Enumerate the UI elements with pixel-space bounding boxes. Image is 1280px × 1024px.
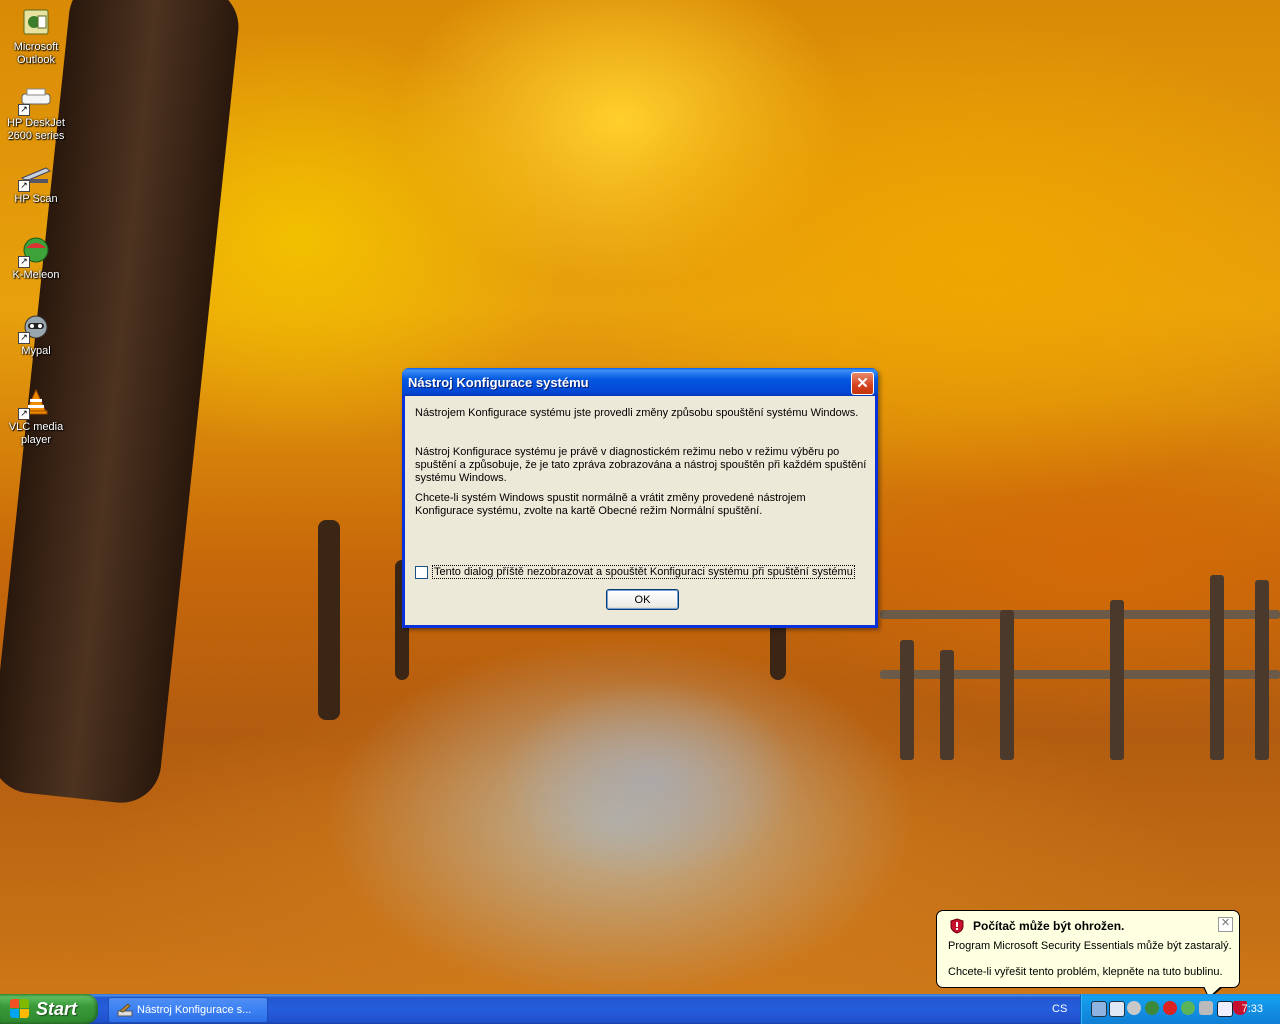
vlc-icon: ↗ bbox=[18, 386, 52, 420]
speaker-icon[interactable] bbox=[1127, 1001, 1141, 1015]
error-icon[interactable] bbox=[1163, 1001, 1177, 1015]
mypal-icon: ↗ bbox=[18, 310, 52, 344]
ok-button[interactable]: OK bbox=[606, 589, 679, 610]
printer-icon: ↗ bbox=[18, 82, 52, 116]
leafy-path bbox=[500, 680, 800, 880]
close-icon: ✕ bbox=[856, 375, 869, 392]
language-indicator[interactable]: CS bbox=[1052, 1003, 1067, 1015]
scanner-icon: ↗ bbox=[18, 158, 52, 192]
dont-show-checkbox-label[interactable]: Tento dialog příště nezobrazovat a spouš… bbox=[432, 565, 855, 579]
tree-trunk bbox=[318, 520, 340, 720]
desktop-icon-label: Mypal bbox=[21, 345, 51, 357]
dont-show-checkbox[interactable] bbox=[415, 565, 428, 579]
dialog-title: Nástroj Konfigurace systému bbox=[408, 375, 589, 390]
desktop-icon-label: Microsoft Outlook bbox=[13, 41, 59, 66]
taskbar-item-system-config[interactable]: Nástroj Konfigurace s... bbox=[108, 997, 268, 1023]
balloon-close-button[interactable]: ✕ bbox=[1218, 917, 1233, 932]
windows-logo-icon bbox=[10, 999, 30, 1019]
system-tray: 7:33 bbox=[1080, 994, 1280, 1024]
dont-show-checkbox-row[interactable]: Tento dialog příště nezobrazovat a spouš… bbox=[415, 565, 855, 579]
desktop-icon-mypal[interactable]: ↗ Mypal bbox=[0, 310, 72, 358]
shield-warning-icon bbox=[950, 918, 964, 934]
desktop-icon-hp-deskjet[interactable]: ↗ HP DeskJet 2600 series bbox=[0, 82, 72, 143]
monitor-icon[interactable] bbox=[1217, 1001, 1233, 1017]
desktop-icon-outlook[interactable]: Microsoft Outlook bbox=[0, 6, 72, 67]
outlook-icon bbox=[20, 6, 52, 38]
desktop-icon-label: HP DeskJet 2600 series bbox=[7, 117, 65, 142]
sync-icon[interactable] bbox=[1181, 1001, 1195, 1015]
system-config-dialog: Nástroj Konfigurace systému ✕ Nástrojem … bbox=[402, 368, 878, 628]
dialog-body: Nástrojem Konfigurace systému jste prove… bbox=[405, 396, 875, 625]
dialog-message-3: Chcete-li systém Windows spustit normáln… bbox=[415, 492, 806, 517]
k-meleon-icon: ↗ bbox=[18, 234, 52, 268]
desktop-icon-label: HP Scan bbox=[14, 193, 58, 205]
start-label: Start bbox=[36, 998, 78, 1019]
taskbar-item-label: Nástroj Konfigurace s... bbox=[137, 1004, 252, 1016]
clock[interactable]: 7:33 bbox=[1242, 1003, 1263, 1015]
balloon-action-text: Chcete-li vyřešit tento problém, klepnět… bbox=[948, 966, 1223, 978]
update-icon[interactable] bbox=[1145, 1001, 1159, 1015]
display-icon[interactable] bbox=[1109, 1001, 1125, 1017]
close-icon: ✕ bbox=[1220, 917, 1231, 929]
desktop-icon-label: K-Meleon bbox=[12, 269, 60, 281]
taskbar: Start Nástroj Konfigurace s... CS 7:33 bbox=[0, 994, 1280, 1024]
msconfig-icon bbox=[117, 1003, 133, 1017]
dialog-title-bar[interactable]: Nástroj Konfigurace systému ✕ bbox=[402, 368, 878, 396]
wooden-fence bbox=[880, 570, 1280, 760]
start-button[interactable]: Start bbox=[0, 994, 98, 1024]
network-icon[interactable] bbox=[1091, 1001, 1107, 1017]
desktop-icon-hp-scan[interactable]: ↗ HP Scan bbox=[0, 158, 72, 206]
balloon-message: Program Microsoft Security Essentials mů… bbox=[948, 940, 1232, 952]
desktop-icon-vlc[interactable]: ↗ VLC media player bbox=[0, 386, 72, 447]
desktop-icon-label: VLC media player bbox=[8, 421, 64, 446]
dialog-message-1: Nástrojem Konfigurace systému jste prove… bbox=[415, 407, 859, 419]
balloon-title: Počítač může být ohrožen. bbox=[973, 919, 1125, 933]
scissors-icon[interactable] bbox=[1199, 1001, 1213, 1015]
desktop-icon-k-meleon[interactable]: ↗ K-Meleon bbox=[0, 234, 72, 282]
close-button[interactable]: ✕ bbox=[851, 372, 874, 395]
security-warning-balloon[interactable]: Počítač může být ohrožen. ✕ Program Micr… bbox=[936, 910, 1240, 999]
dialog-message-2: Nástroj Konfigurace systému je právě v d… bbox=[415, 446, 867, 484]
